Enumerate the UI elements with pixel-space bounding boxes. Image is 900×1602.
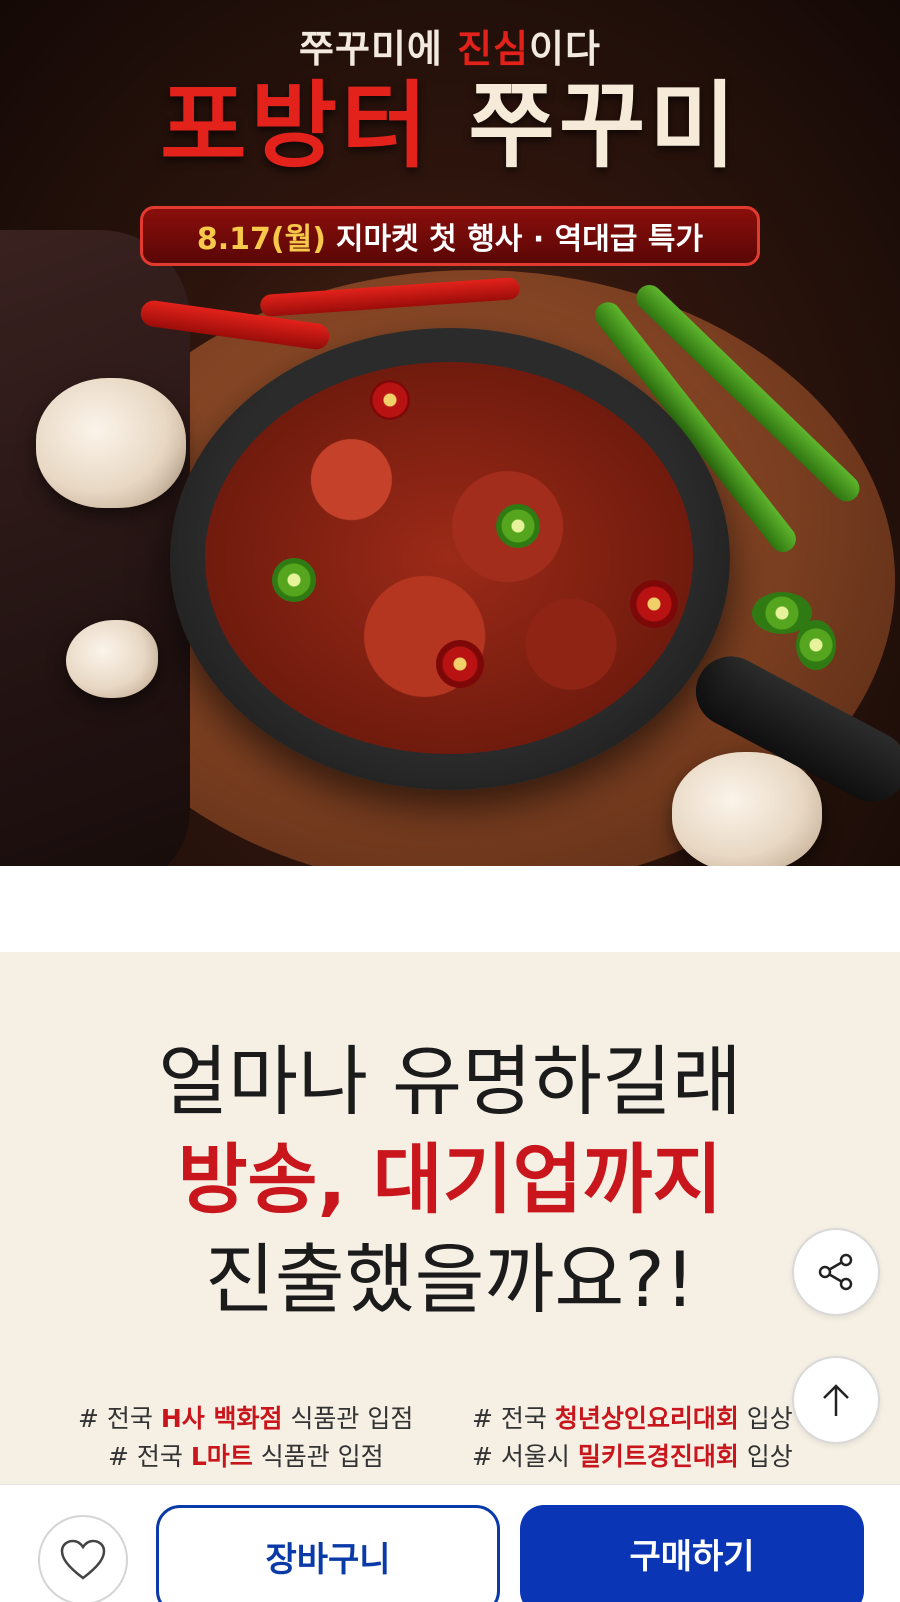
green-pepper-slice: [496, 504, 540, 548]
green-pepper-slice: [272, 558, 316, 602]
red-pepper-slice: [630, 580, 678, 628]
hero-brand-title: 포방터 쭈꾸미: [0, 80, 900, 174]
promo-line-1: 얼마나 유명하길래: [158, 1037, 742, 1126]
hashtag-item: # 전국 H사 백화점 식품관 입점: [78, 1404, 414, 1433]
event-banner: 8.17(월) 지마켓 첫 행사 · 역대급 특가: [140, 206, 760, 266]
brand-name-red: 포방터: [160, 72, 432, 181]
tagline-accent: 진심: [457, 27, 530, 71]
wishlist-button[interactable]: [38, 1515, 128, 1602]
event-date: 8.17(월): [196, 222, 326, 257]
heart-icon: [60, 1539, 106, 1580]
hero-banner: 쭈꾸미에 진심이다 포방터 쭈꾸미 8.17(월) 지마켓 첫 행사 · 역대급…: [0, 0, 900, 866]
event-text: 지마켓 첫 행사 · 역대급 특가: [335, 222, 704, 257]
arrow-up-icon: [823, 1384, 849, 1416]
scroll-to-top-button[interactable]: [792, 1356, 880, 1444]
red-pepper-slice: [370, 380, 410, 420]
share-icon: [818, 1253, 853, 1291]
promo-line-2: 방송, 대기업까지: [177, 1135, 723, 1224]
tagline-text-end: 이다: [529, 27, 601, 71]
hashtag-item: # 전국 L마트 식품관 입점: [108, 1442, 384, 1471]
buy-now-button[interactable]: 구매하기: [520, 1505, 864, 1602]
jjukkumi-dish-image: [205, 362, 693, 754]
tagline-text: 쭈꾸미에: [299, 27, 458, 71]
bottom-action-bar: 장바구니 구매하기: [0, 1484, 900, 1602]
garlic-image: [672, 752, 822, 866]
garlic-image: [36, 378, 186, 508]
share-button[interactable]: [792, 1228, 880, 1316]
promo-section: 얼마나 유명하길래 방송, 대기업까지 진출했을까요?! # 전국 H사 백화점…: [0, 952, 900, 1492]
hashtag-item: # 전국 청년상인요리대회 입상: [472, 1404, 793, 1433]
hashtag-item: # 서울시 밀키트경진대회 입상: [472, 1442, 793, 1471]
hero-tagline: 쭈꾸미에 진심이다: [0, 18, 900, 73]
green-pepper-slice: [796, 620, 836, 670]
garlic-image: [66, 620, 158, 698]
brand-name-cream: 쭈꾸미: [468, 72, 740, 181]
hashtag-list-left: # 전국 H사 백화점 식품관 입점 # 전국 L마트 식품관 입점: [78, 1400, 413, 1476]
hashtag-list-right: # 전국 청년상인요리대회 입상 # 서울시 밀키트경진대회 입상: [472, 1400, 793, 1476]
promo-line-3: 진출했을까요?!: [204, 1235, 696, 1324]
add-to-cart-button[interactable]: 장바구니: [156, 1505, 500, 1602]
red-pepper-slice: [436, 640, 484, 688]
